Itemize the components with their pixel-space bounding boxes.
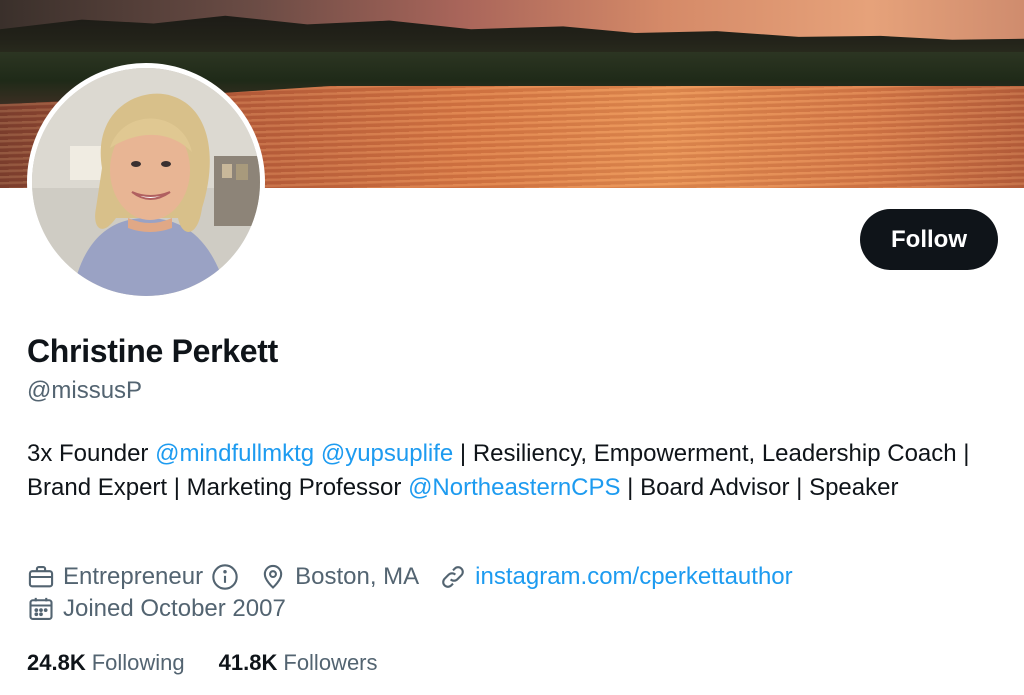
profile-name: Christine Perkett xyxy=(27,333,278,369)
avatar-photo xyxy=(32,68,260,296)
meta-joined-label: Joined October 2007 xyxy=(63,595,286,622)
profile-meta-row-1: Entrepreneur Boston, MA instagram.com/cp… xyxy=(27,561,813,593)
bio-text-prefix: 3x Founder xyxy=(27,440,156,467)
followers-count: 41.8K xyxy=(218,650,278,675)
briefcase-icon xyxy=(27,563,55,591)
following-count: 24.8K xyxy=(27,650,86,675)
link-icon xyxy=(439,563,467,591)
followers-link[interactable]: 41.8K Followers xyxy=(219,650,378,676)
following-label: Following xyxy=(91,650,185,675)
profile-handle: @missusP xyxy=(27,377,143,404)
info-icon[interactable] xyxy=(211,563,239,591)
bio-text-space xyxy=(314,440,321,467)
map-pin-icon xyxy=(259,563,287,591)
meta-joined: Joined October 2007 xyxy=(27,595,286,623)
meta-category-label: Entrepreneur xyxy=(63,563,204,590)
bio-text-suffix: | Board Advisor | Speaker xyxy=(620,474,899,501)
bio-mention-mindfullmktg[interactable]: @mindfullmktg xyxy=(155,440,314,467)
meta-location-label: Boston, MA xyxy=(295,563,420,590)
website-link[interactable]: instagram.com/cperkettauthor xyxy=(475,563,792,591)
following-link[interactable]: 24.8K Following xyxy=(27,650,185,676)
bio-mention-yupsuplife[interactable]: @yupsuplife xyxy=(321,440,453,467)
profile-bio: 3x Founder @mindfullmktg @yupsuplife | R… xyxy=(27,437,987,505)
meta-location: Boston, MA xyxy=(259,563,419,591)
meta-website: instagram.com/cperkettauthor xyxy=(439,563,793,591)
profile-avatar[interactable] xyxy=(27,63,265,301)
profile-meta-row-2: Joined October 2007 xyxy=(27,593,306,625)
bio-mention-northeasterncps[interactable]: @NortheasternCPS xyxy=(408,474,620,501)
profile-stats: 24.8K Following 41.8K Followers xyxy=(27,647,412,679)
meta-category: Entrepreneur xyxy=(27,563,239,591)
calendar-icon xyxy=(27,595,55,623)
followers-label: Followers xyxy=(283,650,378,675)
follow-button[interactable]: Follow xyxy=(860,209,998,270)
